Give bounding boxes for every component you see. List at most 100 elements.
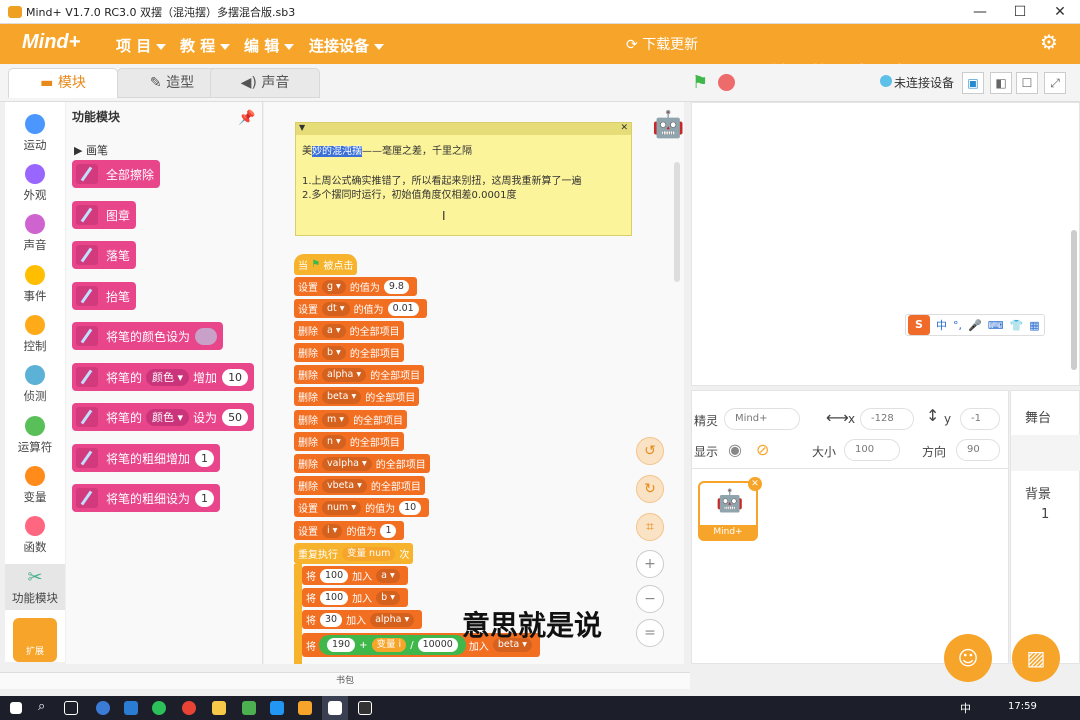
set-variable-block[interactable]: 设置 num ▾ 的值为 10 (294, 498, 430, 517)
x-field[interactable]: -128 (860, 408, 914, 430)
block-pen-up[interactable]: 抬笔 (72, 282, 137, 310)
variable-dropdown[interactable]: i ▾ (322, 523, 343, 538)
category-operators[interactable]: 运算符 (5, 416, 65, 455)
list-dropdown[interactable]: a ▾ (376, 568, 400, 583)
sprite-thumbnail[interactable]: 🤖 ✕ Mind+ (698, 477, 762, 541)
set-variable-block[interactable]: 设置 g ▾ 的值为 9.8 (294, 277, 417, 296)
value-input[interactable]: 50 (222, 408, 249, 426)
category-events[interactable]: 事件 (5, 265, 65, 304)
value-input[interactable]: 100 (320, 568, 349, 583)
app-icon[interactable] (242, 701, 256, 715)
gear-icon[interactable]: ⚙ (1040, 30, 1058, 54)
category-functions[interactable]: 函数 (5, 516, 65, 555)
value-input[interactable]: 10 (399, 500, 422, 515)
set-variable-block[interactable]: 设置 dt ▾ 的值为 0.01 (294, 299, 427, 318)
set-variable-block[interactable]: 设置 i ▾ 的值为 1 (294, 521, 405, 540)
list-dropdown[interactable]: vbeta ▾ (322, 478, 367, 493)
category-sound[interactable]: 声音 (5, 214, 65, 253)
value-input[interactable]: 1 (380, 523, 397, 538)
when-flag-clicked-block[interactable]: 当 ⚑ 被点击 (294, 254, 358, 275)
maximize-button[interactable]: ☐ (1000, 0, 1040, 24)
list-dropdown[interactable]: beta ▾ (322, 389, 362, 404)
zoom-reset-button[interactable]: = (636, 619, 664, 647)
value-input[interactable]: 9.8 (383, 279, 409, 294)
list-dropdown[interactable]: b ▾ (376, 590, 400, 605)
comment-note[interactable]: ▼ ✕ 美妙的混沌摆——毫厘之差，千里之隔 1.上周公式确实推错了，所以看起来别扭… (295, 122, 632, 236)
stage-canvas[interactable] (691, 102, 1080, 386)
zoom-out-button[interactable]: − (636, 585, 664, 613)
app-icon[interactable] (298, 701, 312, 715)
size-field[interactable]: 100 (844, 439, 900, 461)
menu-edit[interactable]: 编 辑 (244, 35, 295, 56)
block-change-pen-param[interactable]: 将笔的 颜色 ▾ 增加 10 (72, 363, 255, 391)
eye-off-icon[interactable]: ⊘ (756, 440, 769, 459)
category-sensing[interactable]: 侦测 (5, 365, 65, 404)
list-dropdown[interactable]: alpha ▾ (370, 612, 415, 627)
block-set-pen-param[interactable]: 将笔的 颜色 ▾ 设为 50 (72, 403, 255, 431)
delete-all-block[interactable]: 删除 b ▾ 的全部项目 (294, 343, 404, 362)
variable-reporter[interactable]: 变量 i (371, 638, 407, 652)
edge-icon[interactable] (124, 701, 138, 715)
value-input[interactable]: 0.01 (387, 301, 419, 316)
mindplus-task-icon[interactable] (328, 701, 342, 715)
delete-all-block[interactable]: 删除 alpha ▾ 的全部项目 (294, 365, 425, 384)
note-header[interactable]: ▼ ✕ (296, 123, 631, 135)
extensions-button[interactable]: 扩展 (13, 618, 57, 662)
variable-reporter[interactable]: 变量 num (342, 546, 396, 561)
delete-all-block[interactable]: 删除 beta ▾ 的全部项目 (294, 387, 420, 406)
block-set-pen-color[interactable]: 将笔的颜色设为 (72, 322, 224, 350)
clock[interactable]: 17:59 (1008, 701, 1037, 712)
add-to-list-block[interactable]: 将 30 加入 alpha ▾ (302, 610, 423, 629)
param-dropdown[interactable]: 颜色 ▾ (146, 408, 190, 426)
folder-icon[interactable] (212, 701, 226, 715)
add-backdrop-button[interactable]: ▨ (1012, 634, 1060, 682)
delete-all-block[interactable]: 删除 vbeta ▾ 的全部项目 (294, 476, 425, 495)
add-to-list-block[interactable]: 将 100 加入 a ▾ (302, 566, 408, 585)
category-motion[interactable]: 运动 (5, 114, 65, 153)
list-dropdown[interactable]: m ▾ (322, 412, 350, 427)
close-icon[interactable]: ✕ (620, 123, 631, 133)
menu-tutorial[interactable]: 教 程 (180, 35, 231, 56)
value-input[interactable]: 10 (222, 368, 249, 386)
stop-icon[interactable] (718, 74, 735, 91)
chrome-icon[interactable] (182, 701, 196, 715)
value-input[interactable]: 10000 (417, 638, 458, 652)
list-dropdown[interactable]: alpha ▾ (322, 367, 367, 382)
app-icon[interactable] (96, 701, 110, 715)
menu-project[interactable]: 项 目 (116, 35, 167, 56)
value-input[interactable]: 100 (320, 590, 349, 605)
vertical-scrollbar[interactable] (674, 162, 680, 282)
value-input[interactable]: 190 (327, 638, 356, 652)
menu-connect[interactable]: 连接设备 (309, 35, 385, 56)
category-function-modules[interactable]: ✂ 功能模块 (5, 564, 65, 610)
block-set-pen-size[interactable]: 将笔的粗细设为 1 (72, 484, 221, 512)
delete-all-block[interactable]: 删除 valpha ▾ 的全部项目 (294, 454, 430, 473)
delete-all-block[interactable]: 删除 a ▾ 的全部项目 (294, 321, 404, 340)
eye-icon[interactable]: ◉ (728, 440, 742, 459)
variable-dropdown[interactable]: dt ▾ (322, 301, 350, 316)
value-input[interactable]: 1 (195, 449, 215, 467)
windows-start-icon[interactable] (10, 702, 22, 714)
stage-scrollbar[interactable] (1071, 230, 1077, 370)
color-swatch[interactable] (195, 327, 218, 345)
green-flag-icon[interactable]: ⚑ (692, 72, 708, 93)
delete-sprite-icon[interactable]: ✕ (748, 477, 762, 491)
pin-icon[interactable]: 📌 (238, 110, 255, 126)
direction-field[interactable]: 90 (956, 439, 1000, 461)
close-button[interactable]: ✕ (1040, 0, 1080, 24)
param-dropdown[interactable]: 颜色 ▾ (146, 368, 190, 386)
value-input[interactable]: 1 (195, 489, 215, 507)
repeat-block[interactable]: 重复执行 变量 num 次 (294, 543, 414, 564)
wechat-icon[interactable] (152, 701, 166, 715)
stage-panel[interactable]: 舞台 背景 1 (1010, 390, 1080, 664)
block-pen-down[interactable]: 落笔 (72, 241, 137, 269)
ime-toolbar[interactable]: S 中 °, 🎤 ⌨ 👕 ▦ (905, 314, 1045, 336)
add-to-list-block[interactable]: 将 100 加入 b ▾ (302, 588, 408, 607)
category-control[interactable]: 控制 (5, 315, 65, 354)
app-icon[interactable] (270, 701, 284, 715)
download-update-button[interactable]: ⟳ 下载更新 (626, 34, 698, 54)
layout-mid-stage-icon[interactable]: ◧ (990, 72, 1012, 94)
layout-small-stage-icon[interactable]: ▣ (962, 72, 984, 94)
y-field[interactable]: -1 (960, 408, 1000, 430)
backpack-bar[interactable]: 书包 (0, 672, 690, 689)
